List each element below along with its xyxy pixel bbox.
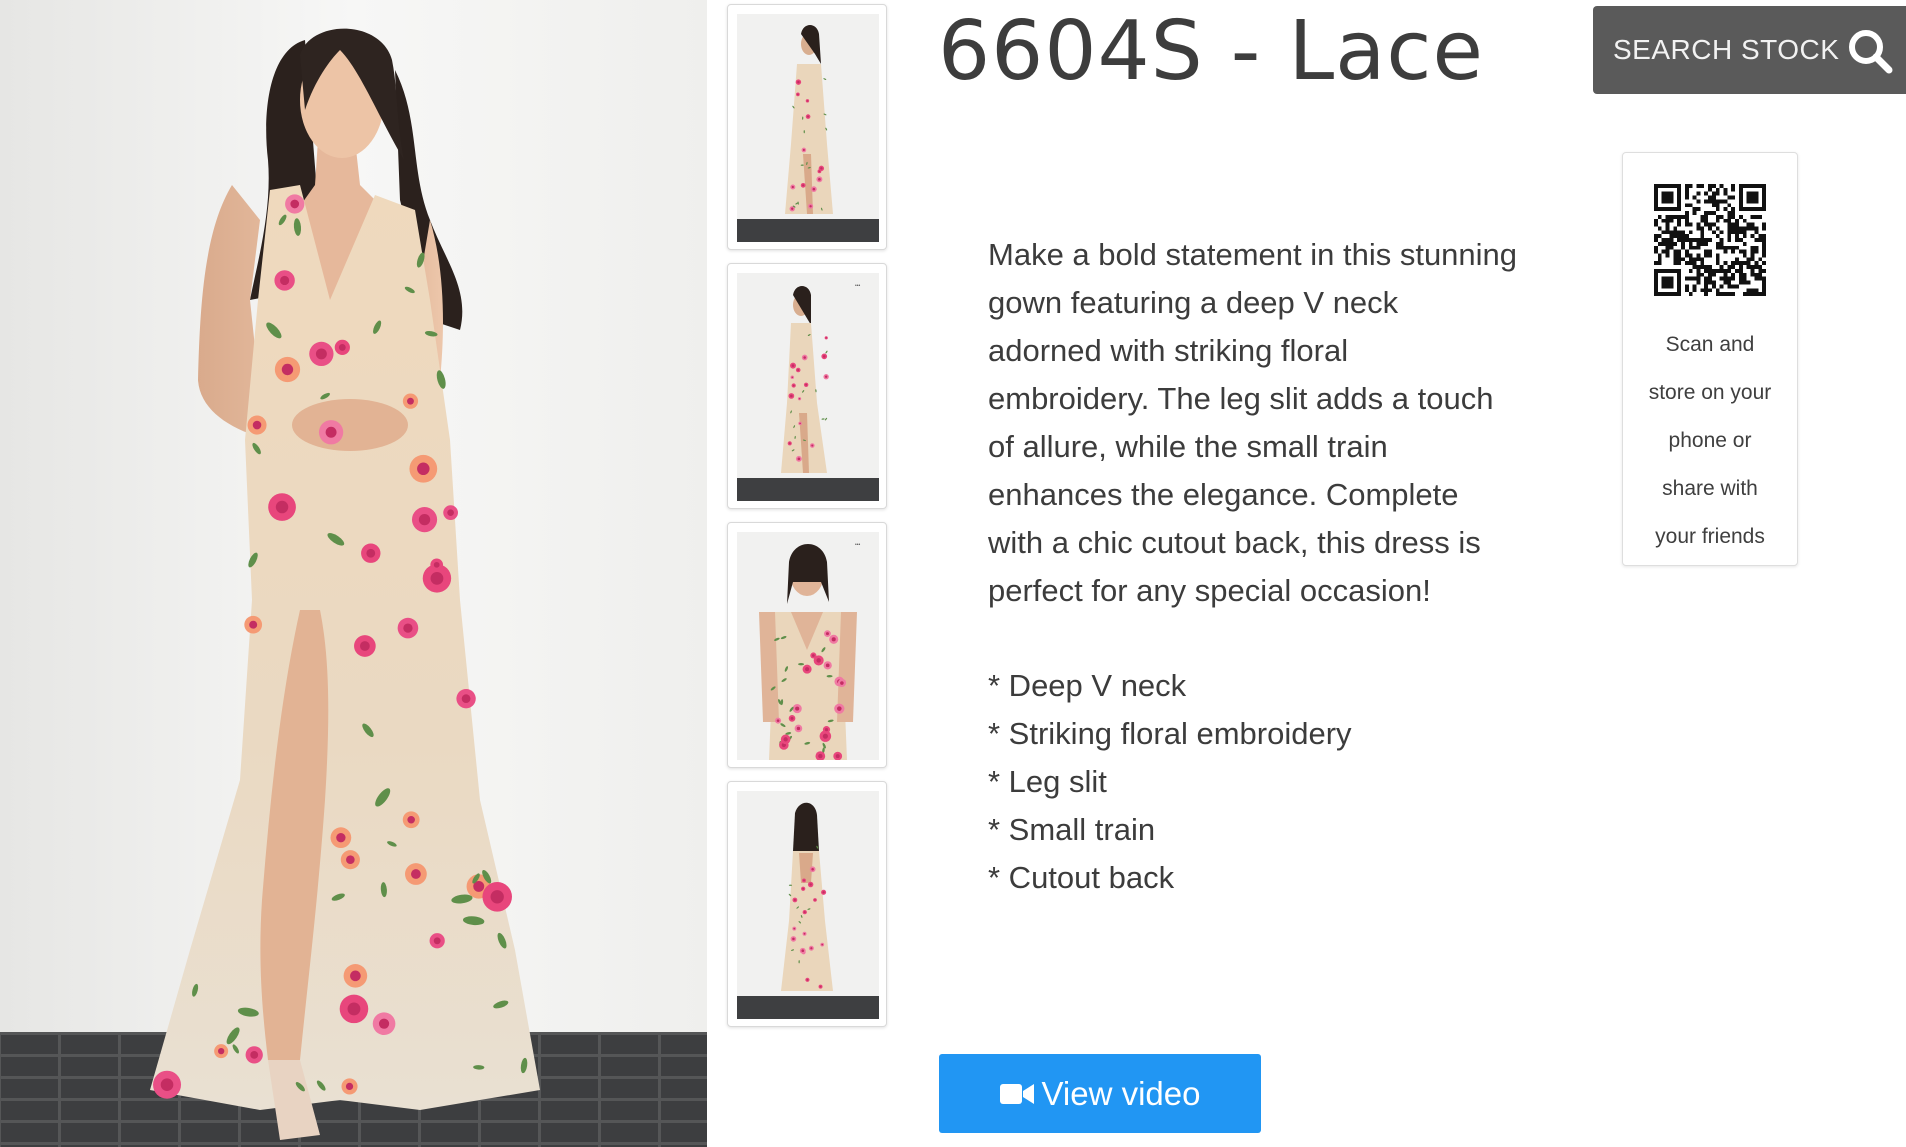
thumbnail-image: •••	[737, 273, 879, 501]
thumbnail-image	[737, 791, 879, 1019]
search-stock-button[interactable]: SEARCH STOCK	[1593, 6, 1906, 94]
qr-caption-line: your friends	[1655, 525, 1765, 548]
feature-item: * Small train	[988, 812, 1156, 847]
product-title: 6604S - Lace	[938, 4, 1484, 99]
qr-caption: Scan and store on your phone or share wi…	[1629, 321, 1791, 561]
qr-caption-line: share with	[1662, 477, 1758, 500]
thumbnail-front[interactable]	[727, 4, 887, 250]
view-video-button[interactable]: View video	[939, 1054, 1261, 1133]
qr-caption-line: phone or	[1668, 429, 1752, 452]
feature-list: * Deep V neck * Striking floral embroide…	[988, 662, 1352, 902]
thumbnail-back[interactable]	[727, 781, 887, 1027]
view-video-label: View video	[1041, 1074, 1201, 1112]
product-description: Make a bold statement in this stunning g…	[988, 237, 1518, 608]
feature-item: * Leg slit	[988, 764, 1107, 799]
search-icon	[1849, 30, 1893, 74]
thumbnail-closeup[interactable]: •••	[727, 522, 887, 768]
qr-code[interactable]	[1654, 184, 1766, 296]
main-product-image	[0, 0, 707, 1147]
thumbnail-image	[737, 14, 879, 242]
thumbnail-side[interactable]: •••	[727, 263, 887, 509]
qr-caption-line: Scan and	[1665, 333, 1755, 356]
qr-caption-line: store on your	[1648, 381, 1772, 404]
svg-text:•••: •••	[855, 283, 861, 289]
thumbnail-image: •••	[737, 532, 879, 760]
feature-item: * Striking floral embroidery	[988, 716, 1352, 751]
feature-item: * Deep V neck	[988, 668, 1187, 703]
feature-item: * Cutout back	[988, 860, 1175, 895]
qr-share-card: Scan and store on your phone or share wi…	[1622, 152, 1798, 566]
svg-text:•••: •••	[855, 542, 861, 548]
video-camera-icon	[999, 1083, 1034, 1104]
search-stock-label: SEARCH STOCK	[1613, 34, 1840, 65]
